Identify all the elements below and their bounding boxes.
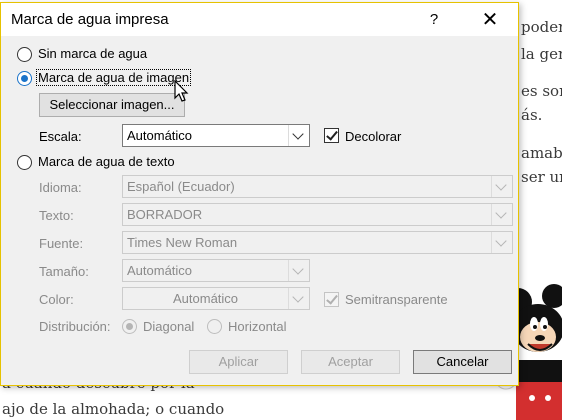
text-watermark-label[interactable]: Marca de agua de texto	[38, 154, 175, 169]
radio-picture-watermark[interactable]	[17, 71, 32, 86]
checkbox-checked-icon	[326, 292, 338, 305]
mouse-cursor-icon	[174, 80, 189, 102]
font-label: Fuente:	[39, 236, 84, 251]
radio-no-watermark[interactable]	[17, 47, 32, 62]
doc-right-line-3: es son	[521, 82, 562, 100]
font-value: Times New Roman	[127, 235, 238, 250]
chevron-down-icon[interactable]	[288, 288, 309, 309]
language-value: Español (Ecuador)	[127, 179, 235, 194]
doc-right-line-2: la gen	[521, 45, 562, 63]
doc-right-line-1: poder	[521, 18, 562, 36]
semitransparent-label[interactable]: Semitransparente	[345, 292, 448, 307]
scale-label: Escala:	[39, 129, 82, 144]
color-value: Automático	[173, 291, 239, 306]
color-dropdown[interactable]: Automático	[122, 287, 310, 310]
close-icon[interactable]: ✕	[473, 7, 507, 33]
layout-diagonal-label[interactable]: Diagonal	[143, 319, 194, 334]
language-label: Idioma:	[39, 180, 82, 195]
watermark-dialog: Marca de agua impresa ? ✕ Sin marca de a…	[0, 2, 519, 386]
scale-value: Automático	[127, 128, 193, 143]
chevron-down-icon[interactable]	[491, 232, 512, 253]
color-label: Color:	[39, 292, 74, 307]
doc-right-line-6: ser ur	[521, 168, 562, 186]
layout-label: Distribución:	[39, 319, 111, 334]
text-label: Texto:	[39, 208, 74, 223]
chevron-down-icon[interactable]	[491, 176, 512, 197]
title-bar: Marca de agua impresa ? ✕	[1, 3, 518, 36]
cancel-button[interactable]: Cancelar	[413, 350, 512, 374]
chevron-down-icon[interactable]	[288, 260, 309, 281]
doc-bottom-line-2: ajo de la almohada; o cuando	[2, 400, 225, 418]
layout-horizontal-label[interactable]: Horizontal	[228, 319, 287, 334]
washout-checkbox[interactable]	[324, 128, 339, 143]
apply-button[interactable]: Aplicar	[189, 350, 288, 374]
help-icon[interactable]: ?	[419, 7, 449, 33]
no-watermark-label[interactable]: Sin marca de agua	[38, 46, 147, 61]
text-dropdown[interactable]: BORRADOR	[122, 203, 513, 226]
scale-dropdown[interactable]: Automático	[122, 124, 310, 147]
ok-button[interactable]: Aceptar	[301, 350, 400, 374]
doc-right-line-4: ás.	[521, 106, 543, 124]
dialog-title: Marca de agua impresa	[11, 11, 169, 28]
font-dropdown[interactable]: Times New Roman	[122, 231, 513, 254]
checkbox-checked-icon	[326, 128, 338, 141]
size-value: Automático	[127, 263, 193, 278]
semitransparent-checkbox[interactable]	[324, 292, 339, 307]
size-label: Tamaño:	[39, 264, 89, 279]
doc-right-line-5: amabl	[521, 144, 562, 162]
select-picture-button[interactable]: Seleccionar imagen...	[39, 93, 185, 117]
chevron-down-icon[interactable]	[491, 204, 512, 225]
chevron-down-icon[interactable]	[288, 125, 309, 146]
text-value: BORRADOR	[127, 207, 203, 222]
radio-text-watermark[interactable]	[17, 155, 32, 170]
picture-watermark-label[interactable]: Marca de agua de imagen	[36, 69, 192, 86]
radio-layout-diagonal[interactable]	[122, 319, 137, 334]
size-dropdown[interactable]: Automático	[122, 259, 310, 282]
radio-layout-horizontal[interactable]	[207, 319, 222, 334]
language-dropdown[interactable]: Español (Ecuador)	[122, 175, 513, 198]
washout-label[interactable]: Decolorar	[345, 129, 401, 144]
